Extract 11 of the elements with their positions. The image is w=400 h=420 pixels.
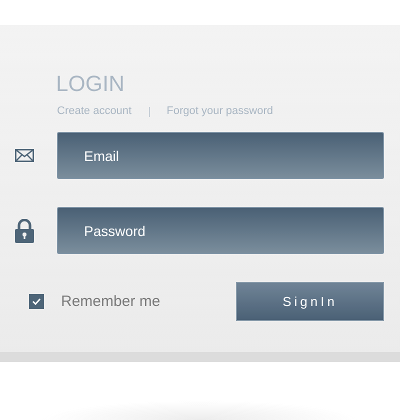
create-account-link[interactable]: Create account	[57, 105, 132, 118]
forgot-password-link[interactable]: Forgot your password	[166, 105, 273, 118]
remember-label: Remember me	[61, 293, 160, 310]
sign-in-button[interactable]: SignIn	[236, 282, 384, 321]
lock-icon	[15, 218, 34, 242]
password-field[interactable]: Password	[57, 207, 384, 254]
mail-icon	[15, 149, 34, 162]
login-title: LOGIN	[56, 71, 126, 97]
email-field[interactable]: Email	[57, 132, 384, 179]
remember-checkbox[interactable]	[29, 294, 44, 309]
check-icon	[32, 298, 41, 305]
